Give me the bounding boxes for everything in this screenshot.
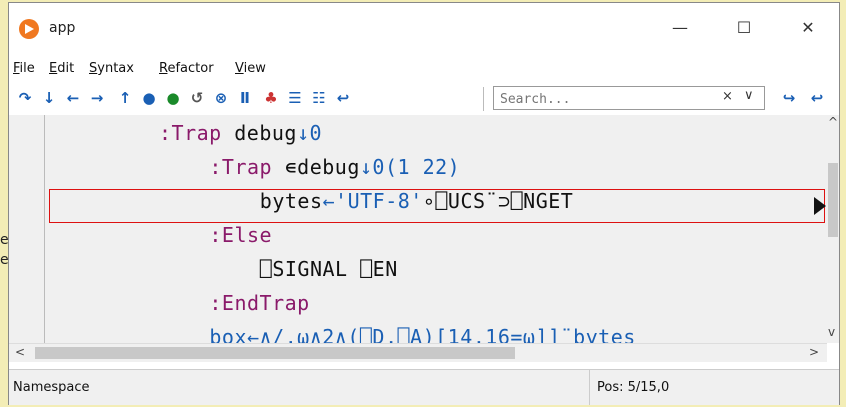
menu-view[interactable]: View	[235, 61, 266, 76]
current-line-highlight	[49, 189, 825, 223]
code-token: :Trap	[159, 121, 235, 145]
search-input[interactable]	[498, 89, 722, 109]
code-token: ↓0(1 22)	[359, 155, 461, 179]
code-token: :Trap	[209, 155, 285, 179]
clear-search-icon[interactable]: ×	[722, 89, 733, 104]
back-arrow-icon[interactable]: ←	[63, 88, 83, 108]
code-token: :EndTrap	[209, 291, 310, 315]
code-line[interactable]: :Else	[209, 223, 272, 247]
continue-icon[interactable]: ●	[163, 88, 183, 108]
search-box[interactable]: × ∨	[493, 86, 765, 110]
execution-pointer-icon	[814, 197, 826, 215]
minimize-button[interactable]: —	[657, 11, 703, 45]
menu-syntax[interactable]: Syntax	[89, 61, 134, 76]
toolbar-divider	[483, 87, 484, 111]
close-button[interactable]: ✕	[785, 11, 831, 45]
comment-icon[interactable]: ☰	[285, 88, 305, 108]
code-token: box←∧/,⍵∧2∧(⎕D,⎕A)[14,16=⍵]]¨bytes	[209, 325, 636, 343]
maximize-button[interactable]: ☐	[721, 11, 767, 45]
status-divider	[589, 370, 590, 405]
code-line[interactable]: :Trap ∊debug↓0(1 22)	[209, 155, 460, 179]
scroll-down-icon[interactable]: v	[828, 325, 835, 339]
code-token: ∊debug	[284, 155, 360, 179]
clear-breakpoints-icon[interactable]: ♣	[261, 88, 281, 108]
gutter-divider	[44, 115, 45, 343]
desktop-background	[0, 0, 8, 407]
search-next-icon[interactable]: ↪	[779, 88, 799, 108]
code-line[interactable]: :Trap debug↓0	[159, 121, 322, 145]
code-editor[interactable]: :Trap debug↓0:Trap ∊debug↓0(1 22) bytes←'…	[9, 115, 839, 343]
horizontal-scroll-thumb[interactable]	[35, 347, 515, 359]
toolbar: ↷ ↓ ← → ↑ ● ● ↺ ⊗ Ⅱ ♣ ☰ ☷ ↩ × ∨ ↪ ↩	[9, 81, 839, 116]
code-token: ↓0	[296, 121, 323, 145]
step-over-icon[interactable]: ↷	[15, 88, 35, 108]
vertical-scrollbar[interactable]: ^ v	[827, 115, 839, 343]
chevron-down-icon[interactable]: ∨	[744, 88, 754, 103]
code-line[interactable]: :EndTrap	[209, 291, 309, 315]
step-into-icon[interactable]: ↓	[39, 88, 59, 108]
restart-icon[interactable]: ↺	[187, 88, 207, 108]
menu-bar: File Edit Syntax Refactor View	[9, 57, 839, 81]
code-token: ⎕SIGNAL ⎕EN	[259, 257, 398, 281]
search-prev-icon[interactable]: ↩	[807, 88, 827, 108]
status-bar: Namespace Pos: 5/15,0	[9, 369, 839, 405]
window-title: app	[49, 20, 76, 36]
menu-refactor[interactable]: Refactor	[159, 61, 214, 76]
scroll-left-icon[interactable]: <	[15, 345, 25, 359]
app-window: app — ☐ ✕ File Edit Syntax Refactor View…	[8, 2, 840, 405]
code-line[interactable]: box←∧/,⍵∧2∧(⎕D,⎕A)[14,16=⍵]]¨bytes	[209, 325, 635, 343]
app-logo-icon	[19, 19, 39, 39]
step-out-icon[interactable]: ↑	[115, 88, 135, 108]
uncomment-icon[interactable]: ☷	[309, 88, 329, 108]
pause-icon[interactable]: Ⅱ	[235, 88, 255, 108]
return-icon[interactable]: ↩	[333, 88, 353, 108]
code-token: :Else	[209, 223, 273, 247]
menu-file[interactable]: File	[13, 61, 35, 76]
title-bar[interactable]: app — ☐ ✕	[9, 3, 839, 57]
code-line[interactable]: ⎕SIGNAL ⎕EN	[260, 257, 398, 281]
code-token: debug	[234, 121, 297, 145]
vertical-scroll-thumb[interactable]	[828, 163, 838, 237]
scroll-right-icon[interactable]: >	[809, 345, 819, 359]
run-icon[interactable]: ●	[139, 88, 159, 108]
scroll-up-icon[interactable]: ^	[828, 115, 838, 129]
status-position: Pos: 5/15,0	[597, 380, 670, 395]
menu-edit[interactable]: Edit	[49, 61, 74, 76]
stop-icon[interactable]: ⊗	[211, 88, 231, 108]
horizontal-scrollbar[interactable]: < >	[9, 343, 827, 362]
forward-arrow-icon[interactable]: →	[87, 88, 107, 108]
status-namespace: Namespace	[13, 380, 90, 395]
